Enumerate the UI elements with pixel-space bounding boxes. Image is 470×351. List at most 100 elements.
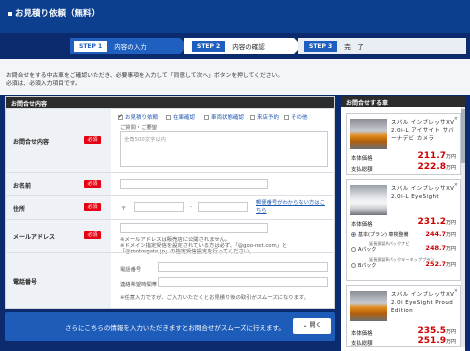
option-visit-reservation[interactable]: 来店予約	[250, 113, 279, 121]
title-bullet-icon	[8, 11, 12, 16]
remarks-textarea[interactable]: 全角500文字以内	[120, 131, 328, 167]
step-2: STEP 2 内容の確認	[184, 38, 294, 54]
step-1: STEP 1 内容の入力	[70, 38, 180, 54]
price-label: 本体価格	[351, 156, 373, 162]
radio-icon[interactable]	[351, 232, 356, 237]
option-visit-reservation-label: 来店予約	[257, 115, 280, 121]
car-name[interactable]: スバル インプレッサXV 2.0i-L アイサイト サバーナデビ カメラ	[391, 119, 459, 143]
sidebar-scrollbar[interactable]	[461, 107, 465, 347]
zip-lookup-link[interactable]: 郵便番号がわからない方はこちら	[256, 199, 326, 215]
plan-option-value: 248.7	[425, 244, 446, 252]
option-vehicle-condition[interactable]: 車両状態確認	[204, 113, 244, 121]
price-unit: 万円	[445, 339, 456, 345]
car-name[interactable]: スバル インプレッサXV 2.0i-L EyeSight	[391, 185, 459, 201]
price-unit: 万円	[445, 154, 456, 160]
inquiry-row: お問合せ内容 必須 お見積り依頼 在庫確認 車両状態確認 来店予約 その他 ご質…	[6, 108, 334, 172]
car-price-value: 211.7	[417, 151, 446, 161]
page-title: お見積り依頼（無料）	[8, 7, 100, 19]
contact-time-input[interactable]	[158, 277, 328, 287]
expand-more-info-bar[interactable]: さらにこちらの情報を入力いただきますとお問合せがスムーズに行えます。 ⌄ 開く	[5, 312, 335, 341]
plan-option-label: Bパック	[358, 263, 377, 269]
option-stock-check-label: 在庫確認	[173, 115, 196, 121]
postal-mark: 〒	[121, 206, 127, 212]
inquiry-label: お問合せ内容	[13, 139, 50, 146]
option-estimate[interactable]: お見積り依頼	[118, 113, 158, 121]
radio-icon[interactable]	[351, 247, 356, 252]
car-total-value: 222.8	[417, 162, 446, 172]
plan-option-price: 244.7万円	[425, 230, 456, 238]
plan-option-price: 248.7万円	[425, 244, 456, 252]
price-unit: 万円	[445, 262, 456, 268]
open-button[interactable]: ⌄ 開く	[293, 318, 331, 334]
step-2-number: STEP 2	[192, 40, 226, 52]
tel-input[interactable]	[158, 262, 328, 272]
car-total-value: 251.9	[417, 336, 446, 346]
step-1-number: STEP 1	[74, 40, 108, 52]
option-vehicle-condition-label: 車両状態確認	[211, 115, 245, 121]
progress-steps: STEP 1 内容の入力 STEP 2 内容の確認 STEP 3 完 了	[0, 33, 470, 59]
checkbox-icon[interactable]	[166, 115, 171, 120]
open-button-label: 開く	[309, 322, 322, 329]
plan-option-label: Aパック	[358, 247, 377, 253]
phone-label: 電話番号	[13, 279, 38, 286]
required-badge: 必須	[84, 180, 101, 188]
inquiry-form: お問合せ内容 お問合せ内容 必須 お見積り依頼 在庫確認 車両状態確認 来店予約…	[5, 96, 335, 309]
name-label: お名前	[13, 183, 32, 190]
name-label-cell: お名前 必須	[6, 173, 111, 195]
option-other-label: その他	[291, 115, 308, 121]
required-badge: 必須	[84, 231, 101, 239]
postal-code-first-input[interactable]	[134, 202, 184, 212]
remarks-label: ご質問・ご要望	[120, 125, 158, 131]
required-badge: 必須	[84, 203, 101, 211]
address-label: 住所	[13, 206, 26, 213]
car-name[interactable]: スバル インプレッサXV 2.0i EyeSight Proud Edition	[391, 291, 459, 315]
price-unit: 万円	[445, 329, 456, 335]
checkbox-icon[interactable]	[284, 115, 289, 120]
car-card: × スバル インプレッサXV 2.0i EyeSight Proud Editi…	[346, 285, 461, 347]
plan-option-a[interactable]: Aパック	[351, 246, 376, 253]
checkbox-icon[interactable]	[204, 115, 209, 120]
option-estimate-label: お見積り依頼	[125, 115, 159, 121]
option-other[interactable]: その他	[284, 113, 308, 121]
phone-label-cell: 電話番号	[6, 253, 111, 308]
plan-option-label: 基本(プラン)	[358, 232, 387, 238]
total-label: 支払総額	[351, 167, 373, 173]
checkbox-icon[interactable]	[250, 115, 255, 120]
car-photo[interactable]	[350, 185, 387, 215]
page-title-text: お見積り依頼（無料）	[15, 9, 101, 19]
step-3-label: 完 了	[344, 43, 364, 51]
step-2-label: 内容の確認	[232, 43, 265, 51]
checkbox-icon[interactable]	[118, 113, 123, 120]
step-3: STEP 3 完 了	[298, 38, 466, 54]
plan-option-b[interactable]: Bパック	[351, 262, 376, 269]
scrollbar-thumb[interactable]	[461, 109, 465, 163]
price-label: 本体価格	[351, 331, 373, 337]
phone-note: ※任意入力ですが、ご入力いただくとお見積り後の取引がスムーズになります。	[120, 295, 309, 301]
price-unit: 万円	[445, 220, 456, 226]
car-price-value: 235.5	[417, 326, 446, 336]
radio-icon[interactable]	[351, 263, 356, 268]
plan-option-basic[interactable]: 基本(プラン) 車検整備	[351, 231, 409, 238]
postal-code-second-input[interactable]	[198, 202, 248, 212]
car-photo[interactable]	[350, 119, 387, 149]
car-total: 222.8万円	[418, 162, 456, 172]
step-1-label: 内容の入力	[114, 43, 147, 51]
car-total: 251.9万円	[418, 336, 456, 346]
car-price: 231.2万円	[418, 217, 456, 227]
expand-more-info-text: さらにこちらの情報を入力いただきますとお問合せがスムーズに行えます。	[65, 324, 285, 332]
instructions-line-2: 必須は、必須入力項目です。	[6, 81, 81, 87]
contact-time-label: 連絡希望時間帯	[120, 282, 158, 288]
car-photo[interactable]	[350, 291, 387, 321]
car-card: × スバル インプレッサXV 2.0i-L アイサイト サバーナデビ カメラ 本…	[346, 113, 461, 175]
email-row: メールアドレス 必須 ※メールアドレスは販売店に公開されません。 ※ドメイン指定…	[6, 219, 334, 255]
plan-option-detail: 車検整備	[388, 232, 409, 238]
step-3-number: STEP 3	[304, 40, 338, 52]
instructions: お問合せをする中古車をご確認いただき、必要事項を入力して「同意して次へ」ボタンを…	[0, 59, 470, 95]
form-heading: お問合せ内容	[6, 97, 334, 108]
name-row: お名前 必須	[6, 172, 334, 195]
option-stock-check[interactable]: 在庫確認	[166, 113, 195, 121]
phone-row: 電話番号 電話番号 連絡希望時間帯 ※任意入力ですが、ご入力いただくとお見積り後…	[6, 252, 334, 308]
email-input[interactable]	[120, 223, 268, 233]
price-unit: 万円	[445, 165, 456, 171]
name-input[interactable]	[120, 179, 268, 189]
